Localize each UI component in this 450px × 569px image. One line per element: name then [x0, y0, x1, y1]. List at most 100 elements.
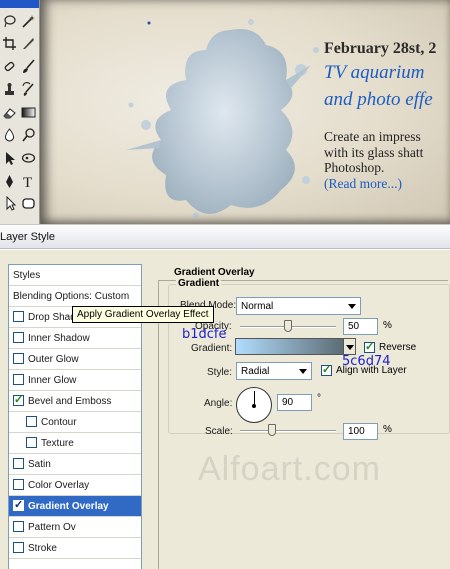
gradient-label: Gradient:: [191, 343, 233, 354]
styles-list-item-label: Satin: [28, 459, 51, 470]
style-item-satin[interactable]: Satin: [9, 454, 141, 475]
styles-list-item-label: Inner Glow: [28, 375, 77, 386]
svg-text:T: T: [23, 175, 32, 189]
chevron-down-icon: [346, 345, 354, 350]
style-item-inner-shadow[interactable]: Inner Shadow: [9, 328, 141, 349]
blur-tool-icon[interactable]: [2, 128, 17, 143]
dialog-titlebar[interactable]: Layer Style: [0, 224, 450, 249]
scale-slider-thumb[interactable]: [267, 424, 276, 436]
article-date: February 28st, 2: [324, 40, 437, 57]
style-item-inner-glow[interactable]: Inner Glow: [9, 370, 141, 391]
dodge-tool-icon[interactable]: [21, 128, 36, 143]
blend-mode-select[interactable]: Normal: [236, 297, 361, 315]
lasso-tool-icon[interactable]: [2, 14, 17, 29]
style-item-outer-glow[interactable]: Outer Glow: [9, 349, 141, 370]
opacity-slider[interactable]: [240, 320, 336, 332]
style-item-texture[interactable]: Texture: [9, 433, 141, 454]
styles-list-item-label: Gradient Overlay: [28, 501, 109, 512]
styles-list-item-label: Stroke: [28, 543, 57, 554]
scale-input[interactable]: 100: [343, 423, 378, 440]
styles-list-item-label: Bevel and Emboss: [28, 396, 112, 407]
color-overlay-checkbox[interactable]: [13, 479, 24, 490]
opacity-input[interactable]: 50: [343, 318, 378, 335]
gradient-style-value: Radial: [241, 366, 270, 377]
article-body-line-2: with its glass shatt: [324, 144, 424, 160]
styles-header-item[interactable]: Styles: [9, 265, 141, 286]
gradient-overlay-checkbox[interactable]: [13, 498, 24, 511]
document-canvas: February 28st, 2 TV aquarium and photo e…: [40, 0, 450, 224]
styles-list-item-label: Outer Glow: [28, 354, 79, 365]
article-body-line-1: Create an impress: [324, 129, 421, 144]
styles-list-item-label: Color Overlay: [28, 480, 90, 491]
scale-slider[interactable]: [240, 424, 336, 436]
chevron-down-icon: [348, 304, 356, 309]
crop-tool-icon[interactable]: [2, 36, 17, 51]
angle-value: 90: [282, 397, 294, 408]
rounded-rectangle-tool-icon[interactable]: [21, 196, 36, 211]
gradient-end-color-annotation: 5c6d74: [342, 354, 391, 369]
gradient-group-title: Gradient: [176, 278, 222, 289]
chevron-down-icon: [299, 369, 307, 374]
style-label: Style:: [207, 367, 233, 378]
article-title-line-1[interactable]: TV aquarium: [324, 60, 450, 85]
contour-checkbox[interactable]: [26, 416, 37, 427]
drop-shadow-checkbox[interactable]: [13, 311, 24, 322]
style-item-pattern-overlay[interactable]: Pattern Ov: [9, 517, 141, 538]
path-selection-tool-icon[interactable]: [2, 151, 17, 166]
style-item-gradient-overlay[interactable]: Gradient Overlay: [9, 496, 141, 517]
article-body-line-3: Photoshop.: [324, 160, 385, 175]
healing-brush-tool-icon[interactable]: [2, 59, 17, 74]
type-tool-icon[interactable]: T: [21, 174, 36, 189]
gradient-tool-icon[interactable]: [21, 105, 36, 120]
texture-checkbox[interactable]: [26, 437, 37, 448]
reverse-checkbox[interactable]: [364, 340, 375, 353]
align-with-layer-checkbox[interactable]: [321, 363, 332, 376]
satin-checkbox[interactable]: [13, 458, 24, 469]
styles-list-item-label: Contour: [41, 417, 77, 428]
alfoart-watermark: Alfoart.com: [198, 450, 381, 488]
layer-style-dialog: Layer Style Styles Blending Options: Cus…: [0, 224, 450, 569]
scale-unit: %: [383, 424, 392, 435]
angle-unit: °: [317, 393, 321, 404]
style-item-stroke[interactable]: Stroke: [9, 538, 141, 559]
outer-glow-checkbox[interactable]: [13, 353, 24, 364]
angle-input[interactable]: 90: [277, 394, 312, 411]
brush-tool-icon[interactable]: [21, 59, 36, 74]
blending-options-item[interactable]: Blending Options: Custom: [9, 286, 141, 307]
dialog-title: Layer Style: [0, 231, 56, 243]
gradient-picker-dropdown[interactable]: [344, 338, 356, 355]
pattern-overlay-checkbox[interactable]: [13, 521, 24, 532]
reverse-label: Reverse: [379, 342, 417, 353]
styles-list-item-label: Blending Options: Custom: [13, 291, 130, 302]
tools-palette: T: [0, 0, 40, 224]
gradient-preview-swatch[interactable]: [235, 338, 344, 355]
angle-dial[interactable]: [236, 387, 272, 423]
lasso-path-tool-icon[interactable]: [21, 151, 36, 166]
style-item-color-overlay[interactable]: Color Overlay: [9, 475, 141, 496]
stroke-checkbox[interactable]: [13, 542, 24, 553]
opacity-value: 50: [348, 321, 360, 332]
pen-tool-icon[interactable]: [2, 174, 17, 189]
style-item-bevel-and-emboss[interactable]: Bevel and Emboss: [9, 391, 141, 412]
style-item-contour[interactable]: Contour: [9, 412, 141, 433]
clone-stamp-tool-icon[interactable]: [2, 82, 17, 97]
article-title-line-2[interactable]: and photo effe: [324, 87, 450, 112]
history-brush-tool-icon[interactable]: [21, 82, 36, 97]
angle-dial-hub: [252, 404, 256, 408]
eraser-tool-icon[interactable]: [2, 105, 17, 120]
tools-palette-header: [0, 0, 39, 8]
inner-glow-checkbox[interactable]: [13, 374, 24, 385]
slice-tool-icon[interactable]: [21, 36, 36, 51]
magic-wand-tool-icon[interactable]: [21, 14, 36, 29]
blend-mode-value: Normal: [241, 301, 274, 312]
opacity-slider-thumb[interactable]: [284, 320, 292, 332]
gradient-start-color-annotation: b1dcfe: [182, 327, 227, 342]
read-more-link[interactable]: (Read more...): [324, 176, 450, 191]
inner-shadow-checkbox[interactable]: [13, 332, 24, 343]
direct-selection-tool-icon[interactable]: [2, 196, 17, 211]
angle-label: Angle:: [204, 398, 233, 409]
opacity-unit: %: [383, 320, 392, 331]
bevel-and-emboss-checkbox[interactable]: [13, 393, 24, 406]
gradient-style-select[interactable]: Radial: [236, 362, 312, 380]
paint-splash-image: [126, 19, 319, 218]
